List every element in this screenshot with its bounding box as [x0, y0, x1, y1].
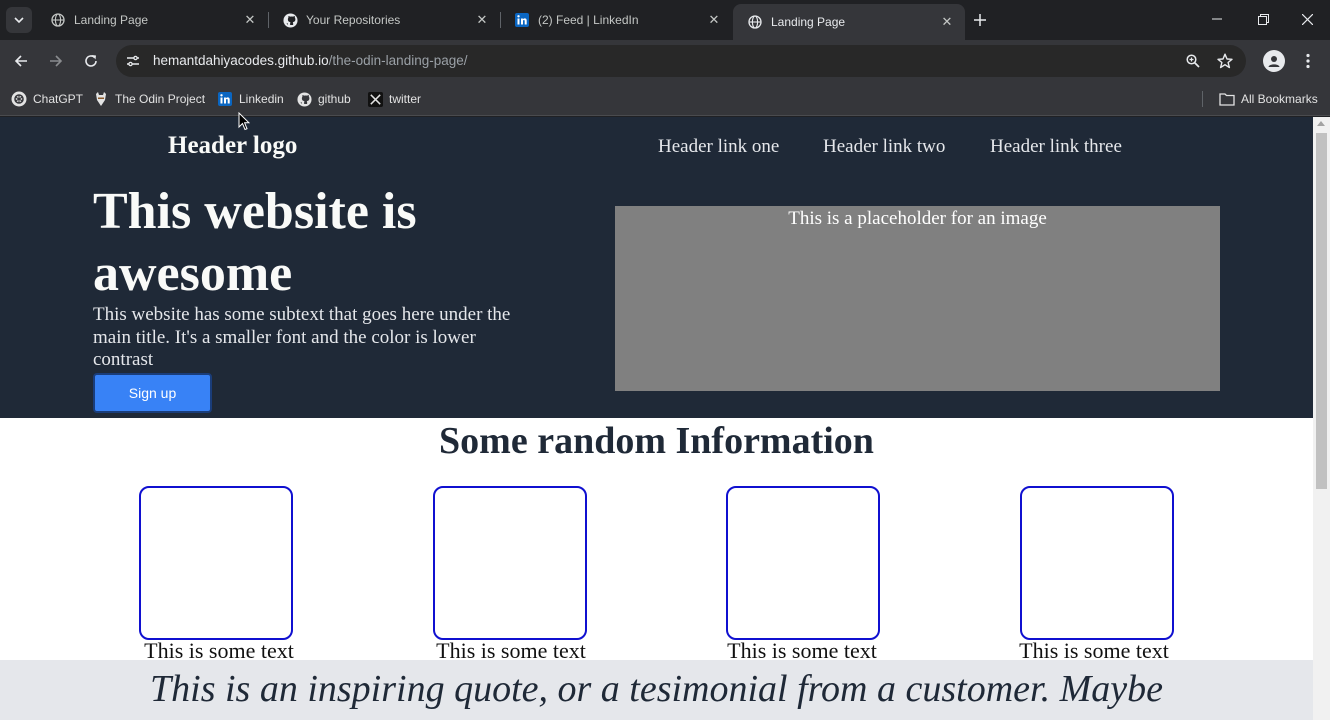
all-bookmarks-label: All Bookmarks: [1241, 92, 1318, 106]
bookmark-label: github: [318, 92, 351, 106]
more-vertical-icon: [1306, 53, 1310, 69]
minimize-button[interactable]: [1194, 0, 1240, 38]
bookmark-label: The Odin Project: [115, 92, 206, 106]
page-scrollbar[interactable]: [1313, 117, 1330, 720]
chatgpt-icon: [11, 91, 27, 107]
odin-icon: [93, 91, 109, 107]
tab-search-button[interactable]: [6, 7, 32, 33]
reload-button[interactable]: [79, 49, 103, 73]
restore-button[interactable]: [1240, 0, 1286, 38]
github-icon: [282, 12, 298, 28]
tab-title: (2) Feed | LinkedIn: [538, 13, 639, 27]
page-viewport: Header logo Header link one Header link …: [0, 117, 1313, 720]
bookmark-star-icon[interactable]: [1216, 52, 1234, 70]
info-card-image: [433, 486, 587, 640]
arrow-left-icon: [14, 55, 27, 67]
hero-title: This website is awesome: [93, 183, 417, 302]
bookmark-linkedin[interactable]: Linkedin: [217, 89, 284, 109]
zoom-icon[interactable]: [1184, 52, 1202, 70]
info-card-image: [1020, 486, 1174, 640]
info-card-image: [139, 486, 293, 640]
tab-title: Your Repositories: [306, 13, 401, 27]
x-icon: [367, 91, 383, 107]
bookmark-odin-project[interactable]: The Odin Project: [93, 89, 205, 109]
bookmark-label: twitter: [389, 92, 422, 106]
url-text: hemantdahiyacodes.github.io/the-odin-lan…: [153, 53, 468, 68]
bookmark-label: ChatGPT: [33, 92, 84, 106]
bookmark-github[interactable]: github: [296, 89, 351, 109]
globe-icon: [50, 12, 66, 28]
url-path: /the-odin-landing-page/: [328, 53, 468, 68]
site-info-icon[interactable]: [124, 52, 142, 70]
bookmark-label: Linkedin: [239, 92, 284, 106]
header-link-one[interactable]: Header link one: [658, 136, 779, 158]
linkedin-icon: [514, 12, 530, 28]
tab-title: Landing Page: [74, 13, 149, 27]
image-placeholder: This is a placeholder for an image: [615, 206, 1220, 391]
close-icon[interactable]: ✕: [242, 12, 258, 28]
globe-icon: [747, 14, 763, 30]
hero-subtext: This website has some subtext that goes …: [93, 304, 511, 370]
restore-icon: [1257, 13, 1269, 25]
plus-icon: [974, 14, 986, 26]
address-bar[interactable]: hemantdahiyacodes.github.io/the-odin-lan…: [116, 45, 1246, 77]
browser-toolbar: hemantdahiyacodes.github.io/the-odin-lan…: [0, 40, 1330, 82]
folder-icon: [1219, 91, 1235, 107]
arrow-right-icon: [50, 55, 63, 67]
close-icon[interactable]: ✕: [939, 14, 955, 30]
tab-linkedin-feed[interactable]: (2) Feed | LinkedIn ✕: [500, 5, 732, 35]
reload-icon: [85, 55, 97, 67]
new-tab-button[interactable]: [968, 8, 992, 32]
tab-landing-page-1[interactable]: Landing Page ✕: [36, 5, 268, 35]
avatar-icon: [1268, 56, 1280, 67]
image-placeholder-text: This is a placeholder for an image: [788, 208, 1047, 229]
bookmark-chatgpt[interactable]: ChatGPT: [11, 89, 83, 109]
tab-title: Landing Page: [771, 15, 846, 29]
info-section-title: Some random Information: [439, 420, 874, 462]
linkedin-icon: [217, 91, 233, 107]
hero-section: Header logo Header link one Header link …: [0, 117, 1313, 418]
scroll-up-arrow-icon[interactable]: [1317, 121, 1325, 126]
tab-your-repositories[interactable]: Your Repositories ✕: [268, 5, 500, 35]
quote-text: This is an inspiring quote, or a tesimon…: [150, 668, 1163, 710]
close-icon: [1301, 13, 1313, 25]
header-logo[interactable]: Header logo: [168, 132, 297, 160]
close-icon[interactable]: ✕: [706, 12, 722, 28]
info-card-image: [726, 486, 880, 640]
header-link-three[interactable]: Header link three: [990, 136, 1122, 158]
quote-section: This is an inspiring quote, or a tesimon…: [0, 660, 1313, 720]
chevron-down-icon: [14, 17, 24, 24]
github-icon: [296, 91, 312, 107]
browser-menu-button[interactable]: [1300, 49, 1316, 73]
tab-landing-page-active[interactable]: Landing Page ✕: [733, 4, 965, 40]
bookmarks-bar: ChatGPT The Odin Project Linkedin github…: [0, 82, 1330, 116]
tab-strip: Landing Page ✕ Your Repositories ✕ (2) F…: [0, 0, 1330, 40]
profile-avatar[interactable]: [1263, 50, 1285, 72]
bookmarks-divider: [1202, 91, 1203, 107]
back-button[interactable]: [9, 49, 33, 73]
close-icon[interactable]: ✕: [474, 12, 490, 28]
scrollbar-thumb[interactable]: [1316, 133, 1327, 489]
mouse-cursor-icon: [238, 112, 250, 131]
all-bookmarks-button[interactable]: All Bookmarks: [1219, 89, 1318, 109]
forward-button[interactable]: [44, 49, 68, 73]
minimize-icon: [1212, 18, 1222, 20]
sign-up-button[interactable]: Sign up: [93, 373, 212, 413]
header-link-two[interactable]: Header link two: [823, 136, 945, 158]
close-window-button[interactable]: [1284, 0, 1330, 38]
url-host: hemantdahiyacodes.github.io: [153, 53, 329, 68]
bookmark-twitter[interactable]: twitter: [367, 89, 421, 109]
